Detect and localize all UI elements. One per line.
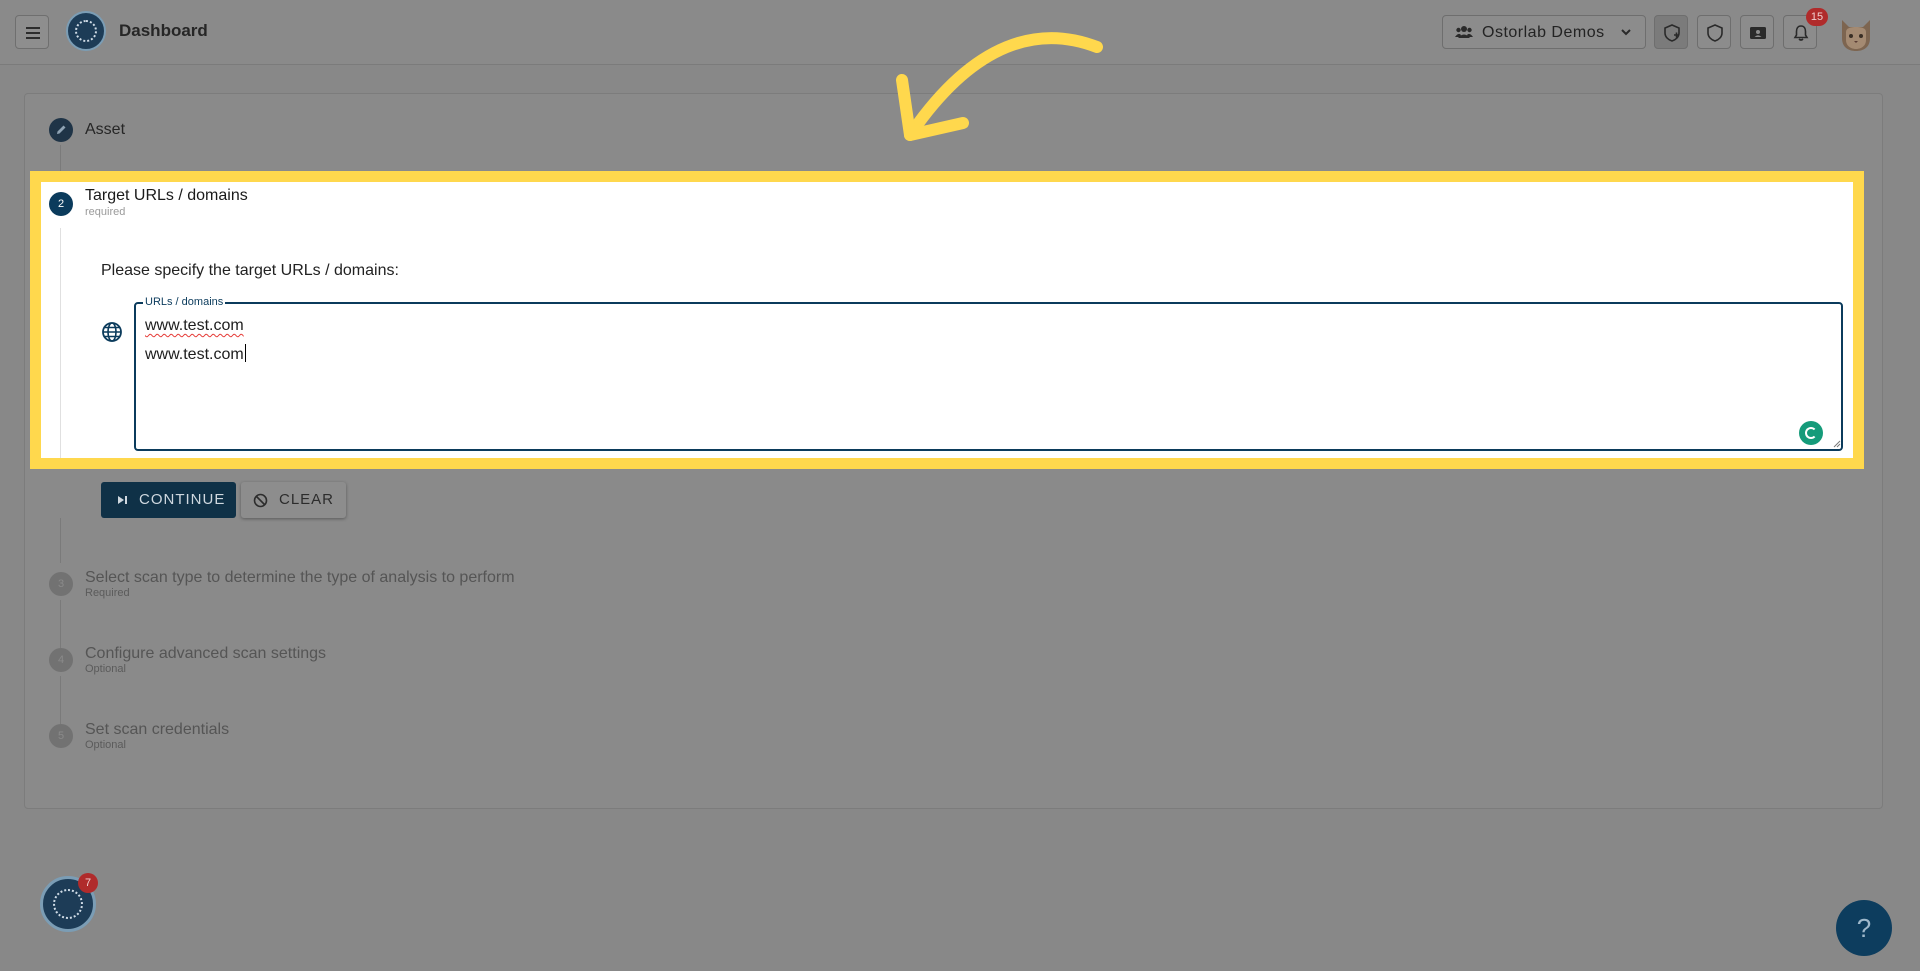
assistant-badge: 7 [78, 873, 98, 893]
page-title: Dashboard [119, 21, 208, 40]
target-prompt: Please specify the target URLs / domains… [101, 262, 399, 279]
step-number-badge: 4 [49, 648, 73, 672]
stepper-connector [60, 600, 61, 648]
step-scan-type-title[interactable]: Select scan type to determine the type o… [85, 569, 515, 587]
resize-handle-icon[interactable] [1833, 440, 1841, 448]
urls-textarea[interactable] [134, 302, 1843, 451]
stepper-connector [60, 228, 61, 458]
bell-icon [1793, 25, 1809, 41]
step-target-urls: 2 Target URLs / domains required Please … [41, 182, 1853, 458]
help-button[interactable]: ? [1836, 900, 1892, 956]
menu-icon[interactable] [15, 15, 49, 49]
organization-select[interactable]: Ostorlab Demos [1442, 15, 1646, 49]
block-icon [253, 493, 268, 508]
step-number-badge: 3 [49, 572, 73, 596]
contact-card-icon [1750, 27, 1766, 39]
globe-icon [102, 322, 122, 342]
step-number-badge: 5 [49, 724, 73, 748]
url-line-text: www.test.com [145, 346, 244, 363]
url-line[interactable]: www.test.com [145, 344, 246, 364]
step-target-subtitle: required [85, 206, 126, 218]
step-target-title[interactable]: Target URLs / domains [85, 187, 248, 205]
text-caret [244, 344, 246, 362]
scan-shield-button[interactable] [1654, 15, 1688, 49]
contacts-button[interactable] [1740, 15, 1774, 49]
continue-label: CONTINUE [139, 491, 226, 508]
stepper-connector [60, 145, 61, 172]
step-advanced-settings-title[interactable]: Configure advanced scan settings [85, 645, 326, 663]
ostorlab-logo[interactable] [66, 11, 106, 51]
group-icon [1455, 26, 1473, 38]
step-number-badge: 2 [49, 192, 73, 216]
clear-label: CLEAR [279, 491, 335, 508]
skip-next-icon [118, 496, 127, 504]
shield-icon [1707, 24, 1723, 42]
step-asset-edit-icon[interactable] [49, 118, 73, 142]
step-credentials-title[interactable]: Set scan credentials [85, 721, 229, 739]
organization-label: Ostorlab Demos [1482, 24, 1605, 41]
notification-badge: 15 [1806, 8, 1828, 26]
chevron-down-icon [1621, 29, 1631, 36]
step-asset-title[interactable]: Asset [85, 121, 125, 139]
stepper-connector [60, 676, 61, 724]
step-scan-type-subtitle: Required [85, 587, 130, 599]
clear-button[interactable]: CLEAR [241, 482, 346, 518]
continue-button[interactable]: CONTINUE [101, 482, 236, 518]
annotation-arrow [896, 32, 1103, 141]
step-credentials-subtitle: Optional [85, 739, 126, 751]
user-avatar[interactable] [1838, 14, 1874, 52]
urls-field-label: URLs / domains [143, 296, 226, 308]
url-line[interactable]: www.test.com [145, 317, 244, 335]
security-button[interactable] [1697, 15, 1731, 49]
step-advanced-settings-subtitle: Optional [85, 663, 126, 675]
grammar-assistant-icon[interactable] [1799, 421, 1823, 445]
shield-plus-icon [1664, 24, 1680, 42]
stepper-connector [60, 518, 61, 563]
pencil-icon [57, 125, 66, 134]
